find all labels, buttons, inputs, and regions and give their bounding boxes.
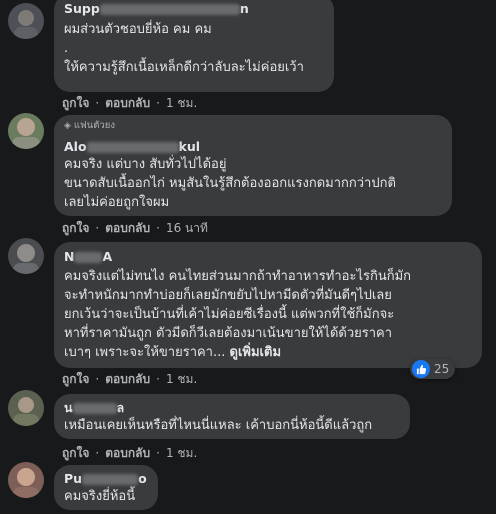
- comment-line: คมจริงยี่ห้อนี้: [64, 489, 136, 504]
- comment-line: หาที่ราคามันถูก ตัวมีดก็วีเลยต้องมาเน้นข…: [64, 326, 393, 341]
- comment-line: ให้ความรู้สึกเนื้อเหล็กดีกว่าลับละไม่ค่อ…: [64, 60, 304, 75]
- like-link[interactable]: ถูกใจ: [62, 372, 89, 386]
- avatar[interactable]: [8, 3, 44, 39]
- comment-bubble: NA คมจริงแต่ไม่ทนไง คนไทยส่วนมากถ้าทำอาห…: [54, 242, 482, 368]
- diamond-icon: ◈: [64, 121, 71, 131]
- comment-actions: ถูกใจ · ตอบกลับ · 16 นาที: [62, 221, 208, 235]
- comment-line: คมจริง แต่บาง สับทั่วไปได้อยู่: [64, 157, 227, 172]
- comment-line: ผมส่วนตัวชอบยี่ห้อ คม คม: [64, 22, 212, 37]
- top-fan-badge: ◈ แฟนตัวยง: [64, 120, 115, 131]
- avatar[interactable]: [8, 113, 44, 149]
- commenter-name[interactable]: NA: [64, 248, 470, 265]
- comment-line: เบาๆ เพราะจะให้ขายราคา... ดูเพิ่มเติม: [64, 345, 282, 360]
- comment-line: ยกเว้นว่าจะเป็นบ้านที่เค้าไม่ค่อยซีเรื่อ…: [64, 307, 395, 322]
- avatar[interactable]: [8, 462, 44, 498]
- reaction-count: 25: [434, 362, 450, 376]
- like-link[interactable]: ถูกใจ: [62, 96, 89, 110]
- comment-line: ขนาดสับเนื้ออกไก่ หมูสันในรู้สึกต้องออกแ…: [64, 176, 396, 191]
- comment-line: จะทำหนักมากทำบ่อยก็เลยมักขยับไปหามีดตัวท…: [64, 288, 392, 303]
- comment-line: .: [64, 41, 69, 56]
- timestamp[interactable]: 1 ชม.: [166, 446, 197, 460]
- see-more-link[interactable]: ดูเพิ่มเติม: [230, 345, 281, 360]
- timestamp[interactable]: 16 นาที: [166, 221, 208, 235]
- reaction-summary[interactable]: 25: [410, 359, 456, 379]
- avatar[interactable]: [8, 390, 44, 426]
- comment-line: เหมือนเคยเห็นหรือที่ไหนนี่แหละ เค้าบอกนี…: [64, 418, 373, 433]
- commenter-name[interactable]: Alo kul: [64, 138, 440, 155]
- comment-line: คมจริงแต่ไม่ทนไง คนไทยส่วนมากถ้าทำอาหารท…: [64, 269, 412, 284]
- comment-actions: ถูกใจ · ตอบกลับ · 1 ชม.: [62, 96, 198, 110]
- avatar[interactable]: [8, 238, 44, 274]
- commenter-name[interactable]: Pu o: [64, 470, 147, 487]
- reply-link[interactable]: ตอบกลับ: [105, 446, 150, 460]
- comment-line: เลยไม่ค่อยถูกใจผม: [64, 195, 170, 210]
- comment-bubble: Pu o คมจริงยี่ห้อนี้: [54, 465, 158, 510]
- reply-link[interactable]: ตอบกลับ: [105, 96, 150, 110]
- timestamp[interactable]: 1 ชม.: [166, 372, 197, 386]
- comment-actions: ถูกใจ · ตอบกลับ · 1 ชม.: [62, 446, 198, 460]
- reply-link[interactable]: ตอบกลับ: [105, 372, 150, 386]
- commenter-name[interactable]: Supp n: [64, 0, 322, 17]
- comment-bubble: Supp n ผมส่วนตัวชอบยี่ห้อ คม คม . ให้ความ…: [54, 0, 334, 92]
- timestamp[interactable]: 1 ชม.: [166, 96, 197, 110]
- comment-actions: ถูกใจ · ตอบกลับ · 1 ชม.: [62, 372, 198, 386]
- reply-link[interactable]: ตอบกลับ: [105, 221, 150, 235]
- like-link[interactable]: ถูกใจ: [62, 221, 89, 235]
- commenter-name[interactable]: นล: [64, 399, 398, 416]
- thumbs-up-icon: [412, 360, 430, 378]
- comment-bubble: ◈ แฟนตัวยง Alo kul คมจริง แต่บาง สับทั่วไป…: [54, 115, 452, 216]
- comment-bubble: นล เหมือนเคยเห็นหรือที่ไหนนี่แหละ เค้าบอ…: [54, 394, 410, 439]
- like-link[interactable]: ถูกใจ: [62, 446, 89, 460]
